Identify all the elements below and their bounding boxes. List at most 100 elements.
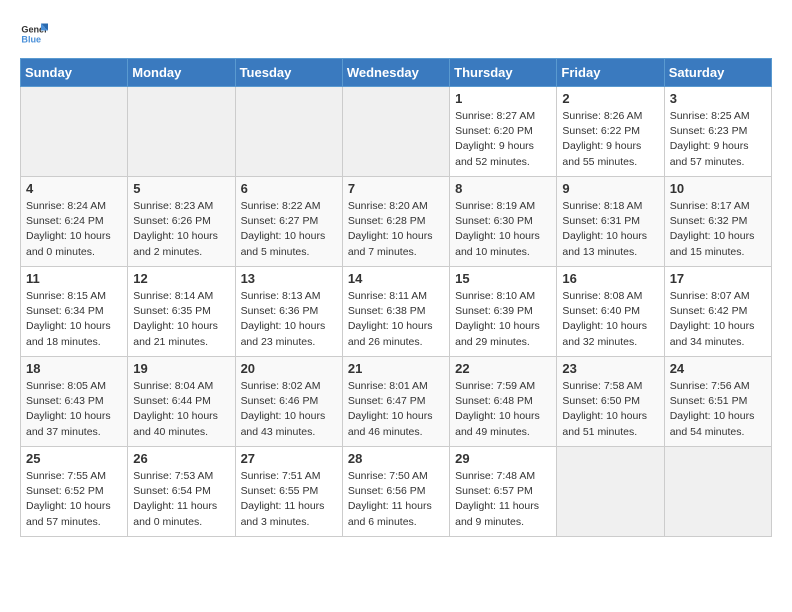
- day-number: 12: [133, 271, 229, 286]
- day-number: 17: [670, 271, 766, 286]
- day-number: 15: [455, 271, 551, 286]
- header-day-tuesday: Tuesday: [235, 59, 342, 87]
- day-info: Sunrise: 8:26 AM Sunset: 6:22 PM Dayligh…: [562, 109, 658, 170]
- day-number: 26: [133, 451, 229, 466]
- day-info: Sunrise: 8:22 AM Sunset: 6:27 PM Dayligh…: [241, 199, 337, 260]
- header: General Blue: [20, 20, 772, 48]
- day-number: 22: [455, 361, 551, 376]
- calendar-table: SundayMondayTuesdayWednesdayThursdayFrid…: [20, 58, 772, 537]
- day-number: 4: [26, 181, 122, 196]
- day-info: Sunrise: 7:59 AM Sunset: 6:48 PM Dayligh…: [455, 379, 551, 440]
- calendar-cell: 9 Sunrise: 8:18 AM Sunset: 6:31 PM Daylig…: [557, 177, 664, 267]
- calendar-cell: 15 Sunrise: 8:10 AM Sunset: 6:39 PM Dayli…: [450, 267, 557, 357]
- week-row-5: 25Sunrise: 7:55 AM Sunset: 6:52 PM Dayli…: [21, 447, 772, 537]
- day-info: Sunrise: 8:13 AM Sunset: 6:36 PM Dayligh…: [241, 289, 337, 350]
- day-info: Sunrise: 8:15 AM Sunset: 6:34 PM Dayligh…: [26, 289, 122, 350]
- calendar-cell: 12 Sunrise: 8:14 AM Sunset: 6:35 PM Dayli…: [128, 267, 235, 357]
- day-number: 3: [670, 91, 766, 106]
- logo-icon: General Blue: [20, 20, 48, 48]
- day-number: 19: [133, 361, 229, 376]
- day-number: 1: [455, 91, 551, 106]
- calendar-cell: 25Sunrise: 7:55 AM Sunset: 6:52 PM Dayli…: [21, 447, 128, 537]
- day-info: Sunrise: 8:20 AM Sunset: 6:28 PM Dayligh…: [348, 199, 444, 260]
- calendar-cell: 3 Sunrise: 8:25 AM Sunset: 6:23 PM Daylig…: [664, 87, 771, 177]
- week-row-2: 4 Sunrise: 8:24 AM Sunset: 6:24 PM Daylig…: [21, 177, 772, 267]
- day-number: 21: [348, 361, 444, 376]
- header-day-wednesday: Wednesday: [342, 59, 449, 87]
- day-number: 14: [348, 271, 444, 286]
- day-info: Sunrise: 7:50 AM Sunset: 6:56 PM Dayligh…: [348, 469, 444, 530]
- day-number: 11: [26, 271, 122, 286]
- day-info: Sunrise: 8:25 AM Sunset: 6:23 PM Dayligh…: [670, 109, 766, 170]
- day-number: 29: [455, 451, 551, 466]
- week-row-3: 11 Sunrise: 8:15 AM Sunset: 6:34 PM Dayli…: [21, 267, 772, 357]
- day-info: Sunrise: 7:53 AM Sunset: 6:54 PM Dayligh…: [133, 469, 229, 530]
- header-day-sunday: Sunday: [21, 59, 128, 87]
- day-info: Sunrise: 8:08 AM Sunset: 6:40 PM Dayligh…: [562, 289, 658, 350]
- header-day-monday: Monday: [128, 59, 235, 87]
- day-info: Sunrise: 8:07 AM Sunset: 6:42 PM Dayligh…: [670, 289, 766, 350]
- calendar-cell: 5 Sunrise: 8:23 AM Sunset: 6:26 PM Daylig…: [128, 177, 235, 267]
- calendar-cell: 7 Sunrise: 8:20 AM Sunset: 6:28 PM Daylig…: [342, 177, 449, 267]
- day-info: Sunrise: 8:05 AM Sunset: 6:43 PM Dayligh…: [26, 379, 122, 440]
- day-info: Sunrise: 8:11 AM Sunset: 6:38 PM Dayligh…: [348, 289, 444, 350]
- calendar-cell: 2 Sunrise: 8:26 AM Sunset: 6:22 PM Daylig…: [557, 87, 664, 177]
- calendar-cell: 29 Sunrise: 7:48 AM Sunset: 6:57 PM Dayli…: [450, 447, 557, 537]
- calendar-cell: 24Sunrise: 7:56 AM Sunset: 6:51 PM Dayli…: [664, 357, 771, 447]
- day-number: 28: [348, 451, 444, 466]
- day-number: 5: [133, 181, 229, 196]
- day-number: 6: [241, 181, 337, 196]
- calendar-cell: 21 Sunrise: 8:01 AM Sunset: 6:47 PM Dayli…: [342, 357, 449, 447]
- day-number: 23: [562, 361, 658, 376]
- svg-text:Blue: Blue: [21, 34, 41, 44]
- day-info: Sunrise: 8:14 AM Sunset: 6:35 PM Dayligh…: [133, 289, 229, 350]
- calendar-cell: 8 Sunrise: 8:19 AM Sunset: 6:30 PM Daylig…: [450, 177, 557, 267]
- header-row: SundayMondayTuesdayWednesdayThursdayFrid…: [21, 59, 772, 87]
- day-number: 24: [670, 361, 766, 376]
- calendar-cell: 27 Sunrise: 7:51 AM Sunset: 6:55 PM Dayli…: [235, 447, 342, 537]
- day-number: 7: [348, 181, 444, 196]
- calendar-cell: 13 Sunrise: 8:13 AM Sunset: 6:36 PM Dayli…: [235, 267, 342, 357]
- header-day-friday: Friday: [557, 59, 664, 87]
- day-info: Sunrise: 8:01 AM Sunset: 6:47 PM Dayligh…: [348, 379, 444, 440]
- logo: General Blue: [20, 20, 48, 48]
- calendar-cell: 23 Sunrise: 7:58 AM Sunset: 6:50 PM Dayli…: [557, 357, 664, 447]
- day-info: Sunrise: 8:04 AM Sunset: 6:44 PM Dayligh…: [133, 379, 229, 440]
- day-number: 27: [241, 451, 337, 466]
- calendar-cell: [664, 447, 771, 537]
- calendar-cell: 28 Sunrise: 7:50 AM Sunset: 6:56 PM Dayli…: [342, 447, 449, 537]
- calendar-cell: 6 Sunrise: 8:22 AM Sunset: 6:27 PM Daylig…: [235, 177, 342, 267]
- calendar-cell: 22 Sunrise: 7:59 AM Sunset: 6:48 PM Dayli…: [450, 357, 557, 447]
- day-info: Sunrise: 8:27 AM Sunset: 6:20 PM Dayligh…: [455, 109, 551, 170]
- day-info: Sunrise: 7:58 AM Sunset: 6:50 PM Dayligh…: [562, 379, 658, 440]
- calendar-cell: 18Sunrise: 8:05 AM Sunset: 6:43 PM Dayli…: [21, 357, 128, 447]
- calendar-cell: 4 Sunrise: 8:24 AM Sunset: 6:24 PM Daylig…: [21, 177, 128, 267]
- day-number: 2: [562, 91, 658, 106]
- calendar-cell: 17 Sunrise: 8:07 AM Sunset: 6:42 PM Dayli…: [664, 267, 771, 357]
- day-info: Sunrise: 8:24 AM Sunset: 6:24 PM Dayligh…: [26, 199, 122, 260]
- day-number: 8: [455, 181, 551, 196]
- calendar-cell: 14 Sunrise: 8:11 AM Sunset: 6:38 PM Dayli…: [342, 267, 449, 357]
- calendar-cell: [128, 87, 235, 177]
- day-info: Sunrise: 8:18 AM Sunset: 6:31 PM Dayligh…: [562, 199, 658, 260]
- week-row-4: 18Sunrise: 8:05 AM Sunset: 6:43 PM Dayli…: [21, 357, 772, 447]
- calendar-cell: 26 Sunrise: 7:53 AM Sunset: 6:54 PM Dayli…: [128, 447, 235, 537]
- calendar-cell: 1 Sunrise: 8:27 AM Sunset: 6:20 PM Daylig…: [450, 87, 557, 177]
- day-number: 10: [670, 181, 766, 196]
- calendar-cell: 16Sunrise: 8:08 AM Sunset: 6:40 PM Dayli…: [557, 267, 664, 357]
- day-info: Sunrise: 8:17 AM Sunset: 6:32 PM Dayligh…: [670, 199, 766, 260]
- calendar-cell: 10 Sunrise: 8:17 AM Sunset: 6:32 PM Dayli…: [664, 177, 771, 267]
- calendar-cell: [342, 87, 449, 177]
- day-info: Sunrise: 7:48 AM Sunset: 6:57 PM Dayligh…: [455, 469, 551, 530]
- day-number: 9: [562, 181, 658, 196]
- day-number: 25: [26, 451, 122, 466]
- day-number: 13: [241, 271, 337, 286]
- calendar-cell: [21, 87, 128, 177]
- day-info: Sunrise: 8:19 AM Sunset: 6:30 PM Dayligh…: [455, 199, 551, 260]
- day-info: Sunrise: 8:23 AM Sunset: 6:26 PM Dayligh…: [133, 199, 229, 260]
- day-info: Sunrise: 7:51 AM Sunset: 6:55 PM Dayligh…: [241, 469, 337, 530]
- header-day-thursday: Thursday: [450, 59, 557, 87]
- calendar-cell: 11 Sunrise: 8:15 AM Sunset: 6:34 PM Dayli…: [21, 267, 128, 357]
- calendar-cell: 19 Sunrise: 8:04 AM Sunset: 6:44 PM Dayli…: [128, 357, 235, 447]
- day-info: Sunrise: 8:10 AM Sunset: 6:39 PM Dayligh…: [455, 289, 551, 350]
